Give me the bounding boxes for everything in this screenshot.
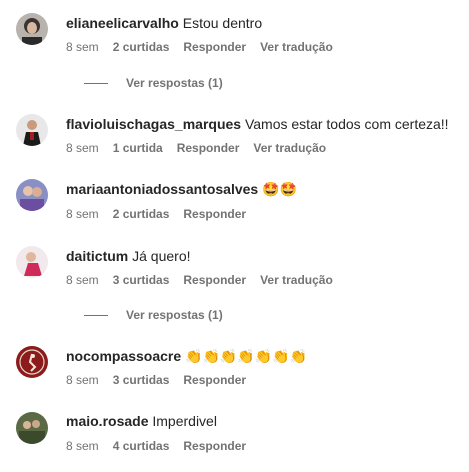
- comment-time[interactable]: 8 sem: [66, 40, 99, 54]
- comment-username[interactable]: nocompassoacre: [66, 348, 181, 364]
- comment-text: 👏👏👏👏👏👏👏: [185, 349, 308, 365]
- likes-count[interactable]: 3 curtidas: [113, 273, 170, 287]
- avatar[interactable]: [16, 412, 48, 444]
- likes-count[interactable]: 1 curtida: [113, 141, 163, 155]
- avatar[interactable]: [16, 346, 48, 378]
- replies-divider: [84, 83, 108, 85]
- avatar-image: [16, 346, 48, 378]
- comment-meta: 8 sem 3 curtidas Responder Ver tradução: [66, 272, 347, 288]
- reply-button[interactable]: Responder: [183, 439, 246, 453]
- avatar-image: [16, 179, 48, 211]
- reply-button[interactable]: Responder: [177, 141, 240, 155]
- comment-body: nocompassoacre 👏👏👏👏👏👏👏: [66, 347, 307, 366]
- comment-text: Imperdivel: [152, 413, 217, 429]
- view-replies-button[interactable]: Ver respostas (1): [84, 307, 223, 323]
- likes-count[interactable]: 2 curtidas: [113, 207, 170, 221]
- reply-button[interactable]: Responder: [183, 373, 246, 387]
- comment-username[interactable]: elianeelicarvalho: [66, 15, 179, 31]
- view-replies-button[interactable]: Ver respostas (1): [84, 75, 223, 91]
- avatar-image: [16, 13, 48, 45]
- comment-username[interactable]: flavioluischagas_marques: [66, 116, 241, 132]
- likes-count[interactable]: 3 curtidas: [113, 373, 170, 387]
- view-replies-label: Ver respostas (1): [126, 308, 223, 322]
- comment-body: mariaantoniadossantosalves 🤩🤩: [66, 180, 297, 199]
- comment-text: Já quero!: [132, 248, 191, 264]
- reply-button[interactable]: Responder: [183, 273, 246, 287]
- view-replies-label: Ver respostas (1): [126, 76, 223, 90]
- avatar[interactable]: [16, 246, 48, 278]
- comment-body: flavioluischagas_marques Vamos estar tod…: [66, 115, 449, 133]
- comment-body: daitictum Já quero!: [66, 247, 191, 265]
- comment-time[interactable]: 8 sem: [66, 141, 99, 155]
- comment-meta: 8 sem 1 curtida Responder Ver tradução: [66, 140, 340, 156]
- comment-text: Estou dentro: [182, 15, 263, 31]
- comment-meta: 8 sem 3 curtidas Responder: [66, 372, 260, 388]
- comment-time[interactable]: 8 sem: [66, 439, 99, 453]
- comment-text: Vamos estar todos com certeza!!: [244, 116, 449, 132]
- avatar[interactable]: [16, 13, 48, 45]
- comment-time[interactable]: 8 sem: [66, 373, 99, 387]
- avatar-image: [16, 246, 48, 278]
- comment-username[interactable]: mariaantoniadossantosalves: [66, 181, 258, 197]
- translate-button[interactable]: Ver tradução: [260, 40, 333, 54]
- likes-count[interactable]: 4 curtidas: [113, 439, 170, 453]
- comment-meta: 8 sem 4 curtidas Responder: [66, 438, 260, 454]
- translate-button[interactable]: Ver tradução: [260, 273, 333, 287]
- avatar-image: [16, 412, 48, 444]
- comment-meta: 8 sem 2 curtidas Responder: [66, 206, 260, 222]
- comment-body: maio.rosade Imperdivel: [66, 412, 217, 430]
- replies-divider: [84, 315, 108, 317]
- comment-text: 🤩🤩: [262, 182, 297, 198]
- comment-username[interactable]: daitictum: [66, 248, 128, 264]
- comment-body: elianeelicarvalho Estou dentro: [66, 14, 262, 32]
- reply-button[interactable]: Responder: [183, 40, 246, 54]
- comment-time[interactable]: 8 sem: [66, 207, 99, 221]
- avatar-image: [16, 114, 48, 146]
- comment-meta: 8 sem 2 curtidas Responder Ver tradução: [66, 39, 347, 55]
- avatar[interactable]: [16, 179, 48, 211]
- translate-button[interactable]: Ver tradução: [253, 141, 326, 155]
- avatar[interactable]: [16, 114, 48, 146]
- comment-time[interactable]: 8 sem: [66, 273, 99, 287]
- comment-username[interactable]: maio.rosade: [66, 413, 148, 429]
- likes-count[interactable]: 2 curtidas: [113, 40, 170, 54]
- reply-button[interactable]: Responder: [183, 207, 246, 221]
